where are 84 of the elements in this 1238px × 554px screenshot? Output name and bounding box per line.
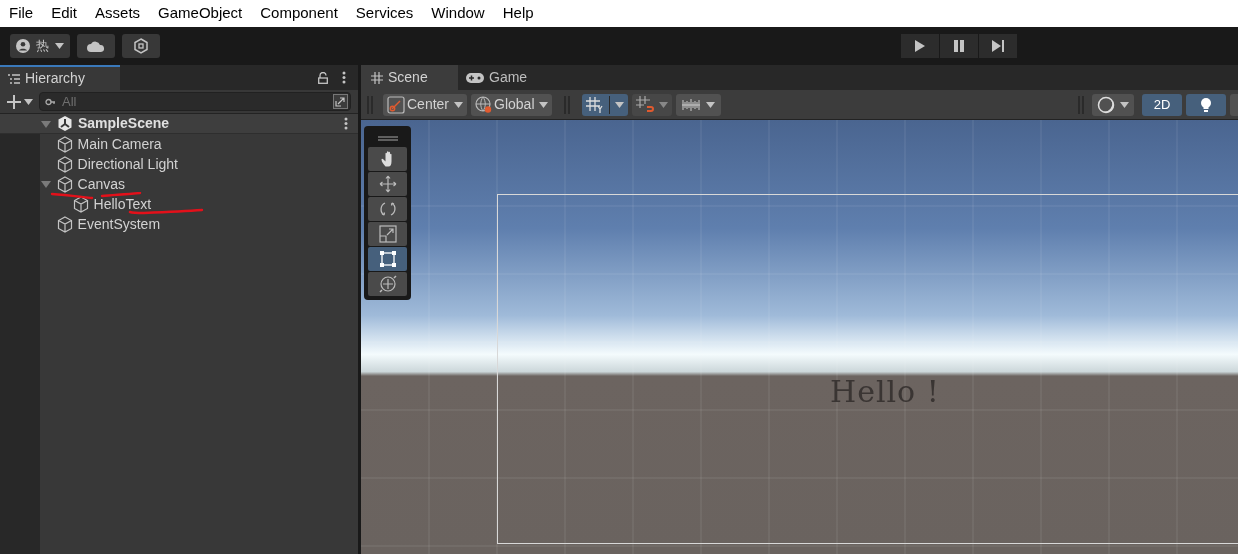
transform-tool-icon — [378, 275, 397, 293]
transform-tool-button[interactable] — [368, 272, 407, 296]
menu-item[interactable]: Assets — [95, 2, 141, 25]
search-bar[interactable]: All — [39, 92, 351, 111]
hierarchy-item[interactable]: EventSystem — [77, 213, 161, 235]
rotate-tool-icon — [378, 200, 397, 218]
services-button[interactable] — [122, 34, 160, 58]
hierarchy-title: Hierarchy — [25, 69, 85, 88]
gamepad-icon — [466, 72, 484, 83]
hand-tool-button[interactable] — [368, 147, 407, 171]
pivot-rotation-dropdown[interactable]: Global — [471, 93, 552, 116]
lighting-button[interactable] — [1186, 93, 1226, 116]
magnet-grid-icon — [635, 95, 654, 114]
rect-tool-button[interactable] — [368, 247, 407, 271]
caret-icon — [1120, 101, 1129, 108]
grid-snapping-button[interactable] — [581, 93, 628, 116]
scale-tool-button[interactable] — [368, 222, 407, 246]
ruler-icon — [681, 97, 700, 112]
play-icon — [915, 40, 925, 52]
caret-icon — [658, 101, 668, 108]
menu-item[interactable]: Edit — [51, 2, 78, 25]
menu-item[interactable]: Window — [431, 2, 485, 25]
drag-handle-icon[interactable] — [377, 135, 398, 141]
hierarchy-tab[interactable]: Hierarchy — [0, 65, 120, 90]
list-icon — [8, 73, 20, 84]
pause-button[interactable] — [940, 34, 978, 58]
menu-item[interactable]: Help — [502, 2, 534, 25]
increment-snapping-button[interactable] — [631, 93, 672, 116]
hierarchy-item[interactable]: Directional Light — [77, 153, 178, 175]
more-icon[interactable] — [342, 71, 346, 84]
lightbulb-icon — [1200, 96, 1212, 113]
hierarchy-item[interactable]: Canvas — [77, 173, 126, 195]
cube-icon — [72, 195, 89, 213]
search-icon — [45, 97, 57, 106]
caret-icon — [454, 101, 464, 108]
globe-icon — [475, 95, 494, 114]
lock-icon[interactable] — [318, 71, 328, 84]
cube-icon — [56, 175, 73, 193]
cube-icon — [56, 215, 73, 233]
grid-icon — [585, 96, 604, 113]
account-dropdown[interactable]: 热 — [10, 34, 70, 58]
cloud-icon — [87, 40, 105, 52]
menu-item[interactable]: File — [9, 2, 34, 25]
menu-item[interactable]: GameObject — [158, 2, 243, 25]
view-tab[interactable]: Scene — [361, 65, 458, 90]
caret-icon — [24, 98, 33, 105]
more-icon[interactable] — [344, 117, 348, 130]
hexagon-icon — [134, 38, 148, 54]
hierarchy-item[interactable]: Main Camera — [77, 133, 162, 155]
2d-mode-button[interactable]: 2D — [1142, 93, 1182, 116]
caret-icon — [705, 101, 715, 108]
move-tool-button[interactable] — [368, 172, 407, 196]
ruler-button[interactable] — [675, 93, 721, 116]
plus-icon — [7, 94, 21, 109]
account-icon — [16, 39, 30, 53]
pivot-mode-dropdown[interactable]: Center — [383, 93, 468, 116]
canvas-text: Hello ! — [830, 373, 940, 411]
caret-icon — [614, 101, 624, 108]
step-icon — [991, 40, 1005, 52]
pivot-icon — [387, 95, 405, 114]
menu-item[interactable]: Component — [260, 2, 338, 25]
scale-tool-icon — [378, 225, 397, 243]
add-button[interactable] — [7, 94, 33, 109]
hierarchy-item[interactable]: HelloText — [93, 193, 152, 215]
expanded-arrow-icon[interactable] — [41, 118, 51, 129]
rect-tool-icon — [378, 250, 397, 268]
step-button[interactable] — [979, 34, 1017, 58]
search-field[interactable]: All — [62, 91, 328, 112]
play-button[interactable] — [901, 34, 939, 58]
menu-item[interactable]: Services — [355, 2, 414, 25]
cloud-button[interactable] — [77, 34, 115, 58]
hand-tool-icon — [381, 151, 394, 167]
move-tool-icon — [378, 175, 397, 193]
caret-icon — [538, 101, 548, 108]
cube-icon — [56, 155, 73, 173]
sphere-icon — [1097, 95, 1115, 114]
shading-mode-dropdown[interactable] — [1092, 93, 1134, 116]
cube-icon — [56, 135, 73, 153]
rotate-tool-button[interactable] — [368, 197, 407, 221]
hash-icon — [371, 71, 383, 84]
pause-icon — [954, 40, 964, 52]
expanded-arrow-icon[interactable] — [40, 179, 51, 189]
expand-icon[interactable] — [333, 94, 348, 109]
caret-icon — [55, 43, 64, 49]
